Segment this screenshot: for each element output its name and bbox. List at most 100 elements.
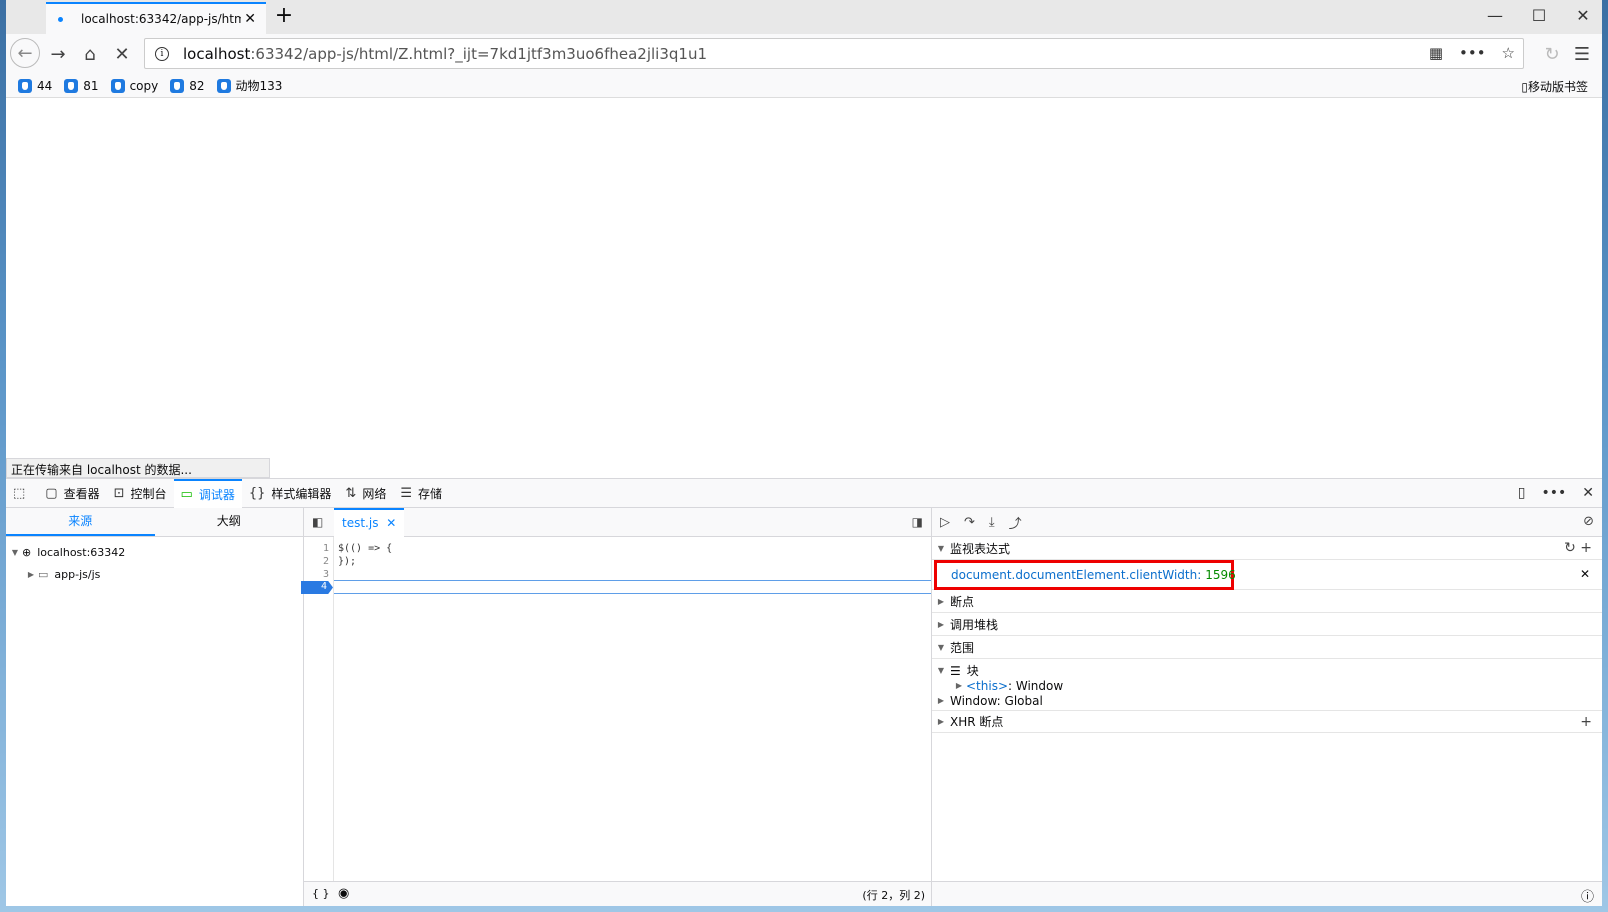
browser-tab[interactable]: localhost:63342/app-js/html/Z.html ✕ xyxy=(46,2,266,34)
page-content xyxy=(6,98,1602,478)
tab-outline[interactable]: 大纲 xyxy=(155,508,304,536)
watch-expression-row[interactable]: document.documentElement.clientWidth: 15… xyxy=(932,560,1602,590)
expand-right-icon: ▶ xyxy=(955,681,963,690)
scopes-section-header[interactable]: ▼ 范围 xyxy=(932,636,1602,659)
eye-icon[interactable]: ◉ xyxy=(338,886,349,901)
dock-icon[interactable]: ▯ xyxy=(1518,485,1526,501)
menu-icon[interactable]: ☰ xyxy=(1568,40,1596,68)
line-number[interactable]: 2 xyxy=(323,556,329,567)
bookmarks-toolbar: 44 81 copy 82 动物133 ▯移动版书签 xyxy=(6,74,1602,98)
tab-network[interactable]: ⇅ 网络 xyxy=(338,479,393,508)
debugger-footer: ⓘ xyxy=(932,881,1602,906)
code-line[interactable]: $(() => { xyxy=(338,543,392,554)
breakpoint-marker[interactable]: 4 xyxy=(301,581,333,594)
expand-right-icon: ▶ xyxy=(937,696,945,705)
scope-block-row[interactable]: ▼ ☰ 块 xyxy=(932,663,1602,679)
qr-code-icon[interactable]: ▦ xyxy=(1429,44,1443,62)
code-line[interactable]: }); xyxy=(338,556,356,567)
scope-window-row[interactable]: ▶ Window: Global xyxy=(932,693,1602,708)
site-info-icon[interactable]: i xyxy=(155,46,169,61)
resume-icon[interactable]: ▷ xyxy=(940,515,950,530)
debugger-icon: ▭ xyxy=(180,486,193,502)
expand-down-icon: ▼ xyxy=(937,642,945,652)
tab-debugger[interactable]: ▭ 调试器 xyxy=(173,478,242,508)
forward-button[interactable]: → xyxy=(44,40,72,68)
step-over-icon[interactable]: ↷ xyxy=(964,515,975,530)
tab-sources[interactable]: 来源 xyxy=(6,508,155,536)
expand-right-icon: ▶ xyxy=(937,596,945,606)
remove-watch-icon[interactable]: ✕ xyxy=(1580,567,1590,581)
tab-console[interactable]: ⊡ 控制台 xyxy=(107,479,174,508)
bookmark-item[interactable]: 82 xyxy=(170,78,205,93)
sources-pane: 来源 大纲 ▼ ⊕ localhost:63342 ▶ ▭ app-js/js xyxy=(6,508,304,906)
devtools-panel: ⬚ ▢ 查看器 ⊡ 控制台 ▭ 调试器 {} 样式编辑器 ⇅ 网络 ☰ 存储 ▯ ••• ✕… xyxy=(6,478,1602,906)
tab-storage[interactable]: ☰ 存储 xyxy=(393,479,449,508)
expand-right-icon: ▶ xyxy=(937,619,945,629)
close-devtools-icon[interactable]: ✕ xyxy=(1582,485,1594,501)
stop-button[interactable]: ✕ xyxy=(108,40,136,68)
breakpoints-section-header[interactable]: ▶ 断点 xyxy=(932,590,1602,613)
tree-host-row[interactable]: ▼ ⊕ localhost:63342 xyxy=(6,541,303,563)
browser-window: localhost:63342/app-js/html/Z.html ✕ + —… xyxy=(6,0,1602,906)
bookmark-shield-icon xyxy=(18,78,32,93)
xhr-section-header[interactable]: ▶ XHR 断点 + xyxy=(932,710,1602,733)
tab-inspector[interactable]: ▢ 查看器 xyxy=(38,479,106,508)
line-gutter[interactable]: 1 2 3 4 xyxy=(301,537,334,881)
add-xhr-breakpoint-icon[interactable]: + xyxy=(1580,714,1592,730)
expand-down-icon: ▼ xyxy=(937,666,945,675)
watch-expression: document.documentElement.clientWidth: xyxy=(951,568,1202,582)
watch-section-header[interactable]: ▼ 监视表达式 ↻ + xyxy=(932,537,1602,560)
debugger-pane: ▷ ↷ ⤓ ⤴ ⊘ ▼ 监视表达式 ↻ + document.documentE… xyxy=(932,508,1602,906)
bookmark-shield-icon xyxy=(216,78,231,93)
page-actions-icon[interactable]: ••• xyxy=(1459,44,1486,62)
file-tab-test-js[interactable]: test.js ✕ xyxy=(334,508,405,537)
block-icon: ☰ xyxy=(950,663,961,678)
bookmark-star-icon[interactable]: ☆ xyxy=(1502,44,1515,62)
close-file-icon[interactable]: ✕ xyxy=(386,516,396,530)
expand-right-icon: ▶ xyxy=(937,717,945,726)
line-number[interactable]: 3 xyxy=(323,569,329,580)
watch-value: 1596 xyxy=(1205,568,1236,582)
tab-close-icon[interactable]: ✕ xyxy=(244,11,256,27)
pretty-print-icon[interactable]: { } xyxy=(312,887,330,900)
devtools-toolbar: ⬚ ▢ 查看器 ⊡ 控制台 ▭ 调试器 {} 样式编辑器 ⇅ 网络 ☰ 存储 ▯ ••• ✕ xyxy=(6,478,1602,508)
element-picker-button[interactable]: ⬚ xyxy=(6,479,38,508)
bookmark-shield-icon xyxy=(64,78,79,93)
tree-folder-row[interactable]: ▶ ▭ app-js/js xyxy=(6,563,303,585)
help-icon[interactable]: ⓘ xyxy=(1581,886,1594,905)
callstack-section-header[interactable]: ▶ 调用堆栈 xyxy=(932,613,1602,636)
step-in-icon[interactable]: ⤓ xyxy=(989,515,995,530)
bookmark-item[interactable]: 动物133 xyxy=(216,77,282,94)
network-icon: ⇅ xyxy=(345,485,357,501)
tab-strip: localhost:63342/app-js/html/Z.html ✕ + —… xyxy=(6,0,1602,34)
sync-icon[interactable]: ↻ xyxy=(1538,40,1566,68)
new-tab-button[interactable]: + xyxy=(272,4,296,28)
home-button[interactable]: ⌂ xyxy=(76,40,104,68)
watch-expression-highlight: document.documentElement.clientWidth: 15… xyxy=(934,560,1236,590)
back-button[interactable]: ← xyxy=(10,38,40,68)
minimize-button[interactable]: — xyxy=(1480,6,1510,25)
toggle-sources-icon[interactable]: ◧ xyxy=(312,515,323,529)
status-bar: 正在传输来自 localhost 的数据... xyxy=(6,458,270,478)
maximize-button[interactable]: ☐ xyxy=(1524,6,1554,25)
line-number[interactable]: 1 xyxy=(323,543,329,554)
bookmark-item[interactable]: 81 xyxy=(64,78,99,93)
tab-style-editor[interactable]: {} 样式编辑器 xyxy=(242,479,339,508)
close-window-button[interactable]: ✕ xyxy=(1568,6,1598,25)
mobile-bookmarks[interactable]: ▯移动版书签 xyxy=(1521,78,1588,95)
more-options-icon[interactable]: ••• xyxy=(1541,485,1566,501)
inspector-icon: ▢ xyxy=(45,485,58,501)
step-out-icon[interactable]: ⤴ xyxy=(1009,513,1022,532)
bookmark-item[interactable]: copy xyxy=(110,78,158,93)
bookmark-item[interactable]: 44 xyxy=(18,78,52,93)
loading-indicator-icon xyxy=(58,16,63,22)
url-bar[interactable]: i localhost:63342/app-js/html/Z.html?_ij… xyxy=(144,38,1524,69)
editor-pane: ◧ test.js ✕ ◨ 1 2 3 4 $(() => { }); { } … xyxy=(301,508,932,906)
scope-this-row[interactable]: ▶ <this>: Window xyxy=(932,678,1602,693)
console-icon: ⊡ xyxy=(113,485,125,501)
refresh-add-icons[interactable]: ↻ + xyxy=(1564,540,1592,556)
deactivate-breakpoints-icon[interactable]: ⊘ xyxy=(1583,514,1594,529)
toggle-debugger-icon[interactable]: ◨ xyxy=(912,515,923,529)
editor-tabs: ◧ test.js ✕ ◨ xyxy=(304,508,931,537)
editor-footer: { } ◉ (行 2，列 2) xyxy=(304,881,931,906)
